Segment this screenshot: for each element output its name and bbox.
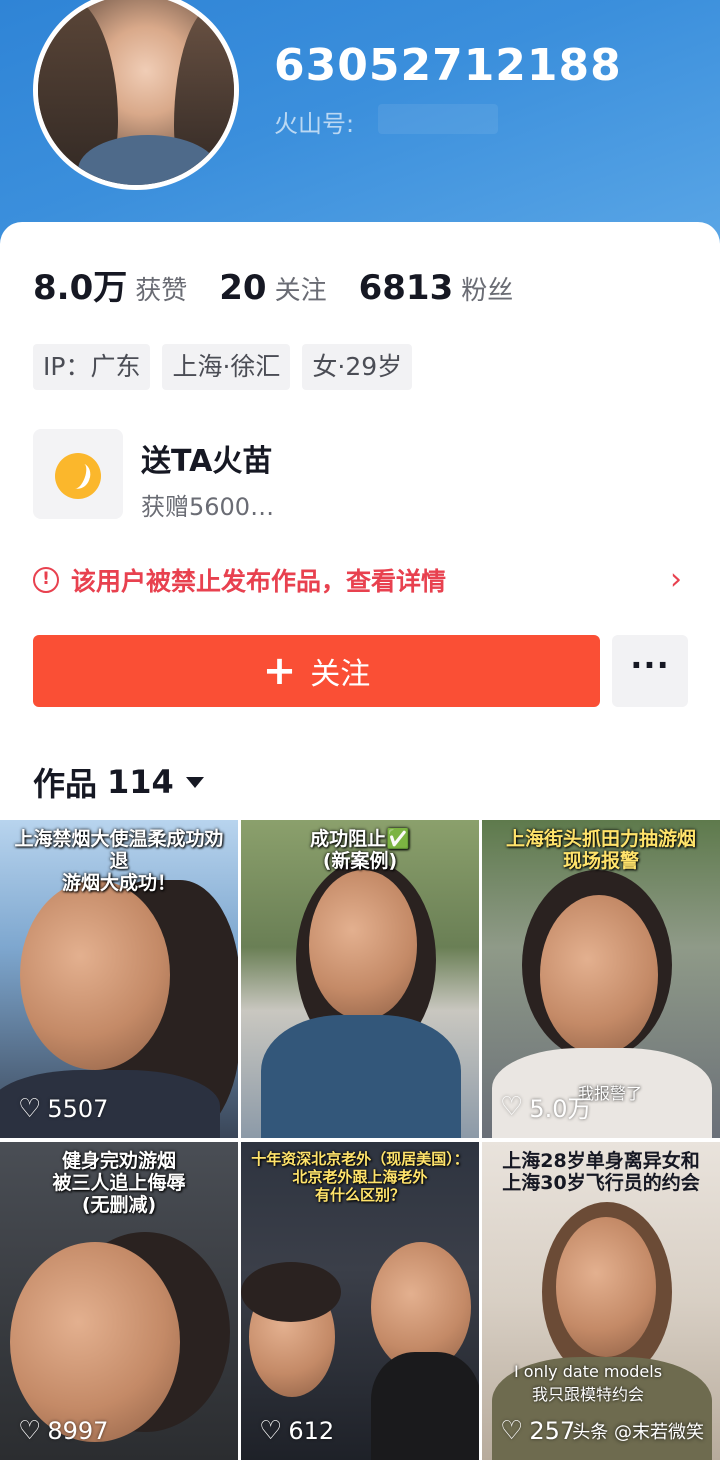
avatar[interactable] (33, 0, 239, 190)
stats-row: 8.0万 获赞 20 关注 6813 粉丝 (33, 260, 545, 309)
profile-tags: IP：广东 上海·徐汇 女·29岁 (33, 344, 424, 390)
video-tile[interactable]: 上海街头抓田力抽游烟 现场报警 我报警了 ♡ 5.0万 (482, 820, 720, 1138)
video-likes: ♡ 5507 (18, 1094, 109, 1124)
video-likes: ♡ 612 (259, 1416, 335, 1446)
follow-button[interactable]: + 关注 (33, 635, 600, 707)
warning-icon: ! (33, 567, 59, 593)
heart-icon: ♡ (259, 1416, 283, 1446)
gift-subtitle: 获赠5600… (141, 493, 275, 521)
likes-count[interactable]: 8.0万 (33, 260, 127, 309)
video-caption: 上海28岁单身离异女和 上海30岁飞行员的约会 (502, 1150, 700, 1194)
video-tile[interactable]: 成功阻止✅ (新案例) (241, 820, 479, 1138)
following-count[interactable]: 20 (219, 268, 266, 308)
handle-label: 火山号: (274, 110, 355, 138)
works-label: 作品 (33, 765, 98, 803)
plus-icon: + (262, 648, 297, 694)
heart-icon: ♡ (18, 1094, 42, 1124)
followers-count[interactable]: 6813 (359, 268, 454, 308)
video-tile[interactable]: 健身完劝游烟 被三人追上侮辱 (无删减) ♡ 8997 (0, 1142, 238, 1460)
followers-label[interactable]: 粉丝 (461, 270, 513, 307)
flame-coin-icon (55, 453, 101, 499)
user-id: 63052712188 (274, 40, 622, 91)
ban-warning-link[interactable]: ! 该用户被禁止发布作品，查看详情 › (33, 560, 688, 600)
tag-gender-age: 女·29岁 (302, 344, 413, 390)
works-count: 114 (107, 763, 174, 801)
video-tile[interactable]: 上海禁烟大使温柔成功劝退 游烟大成功！ ♡ 5507 (0, 820, 238, 1138)
following-label[interactable]: 关注 (275, 270, 327, 307)
video-tile[interactable]: 十年资深北京老外（现居美国）： 北京老外跟上海老外 有什么区别？ ♡ 612 (241, 1142, 479, 1460)
video-caption: 健身完劝游烟 被三人追上侮辱 (无删减) (52, 1150, 186, 1216)
gift-title[interactable]: 送TA火苗 (141, 436, 272, 480)
heart-icon: ♡ (18, 1416, 42, 1446)
warning-text: 该用户被禁止发布作品，查看详情 (71, 567, 447, 596)
tag-location: 上海·徐汇 (162, 344, 291, 390)
video-caption: 上海禁烟大使温柔成功劝退 游烟大成功！ (14, 828, 224, 894)
likes-label[interactable]: 获赞 (135, 270, 187, 307)
video-likes: ♡ 257 (500, 1416, 576, 1446)
more-options-button[interactable]: ··· (612, 635, 688, 707)
video-caption: 十年资深北京老外（现居美国）： 北京老外跟上海老外 有什么区别？ (251, 1150, 469, 1204)
tag-ip: IP：广东 (33, 344, 151, 390)
caret-down-icon (185, 776, 204, 788)
profile-header: 63052712188 火山号: (0, 0, 720, 250)
heart-icon: ♡ (500, 1416, 524, 1446)
video-likes: ♡ 5.0万 (500, 1091, 592, 1124)
gift-flame-button[interactable] (33, 429, 123, 519)
profile-card: 8.0万 获赞 20 关注 6813 粉丝 IP：广东 上海·徐汇 女·29岁 … (0, 222, 720, 1467)
watermark: 头条 @末若微笑 (572, 1422, 704, 1443)
follow-label: 关注 (310, 657, 371, 692)
video-overlay-text: I only date models 我只跟模特约会 (514, 1362, 663, 1404)
chevron-right-icon: › (670, 562, 682, 597)
video-caption: 成功阻止✅ (新案例) (310, 828, 410, 872)
works-tab[interactable]: 作品 114 (33, 759, 204, 805)
video-likes: ♡ 8997 (18, 1416, 109, 1446)
video-caption: 上海街头抓田力抽游烟 现场报警 (505, 828, 696, 872)
video-tile[interactable]: 上海28岁单身离异女和 上海30岁飞行员的约会 I only date mode… (482, 1142, 720, 1460)
handle-value-blurred (378, 104, 498, 134)
heart-icon: ♡ (500, 1091, 524, 1122)
